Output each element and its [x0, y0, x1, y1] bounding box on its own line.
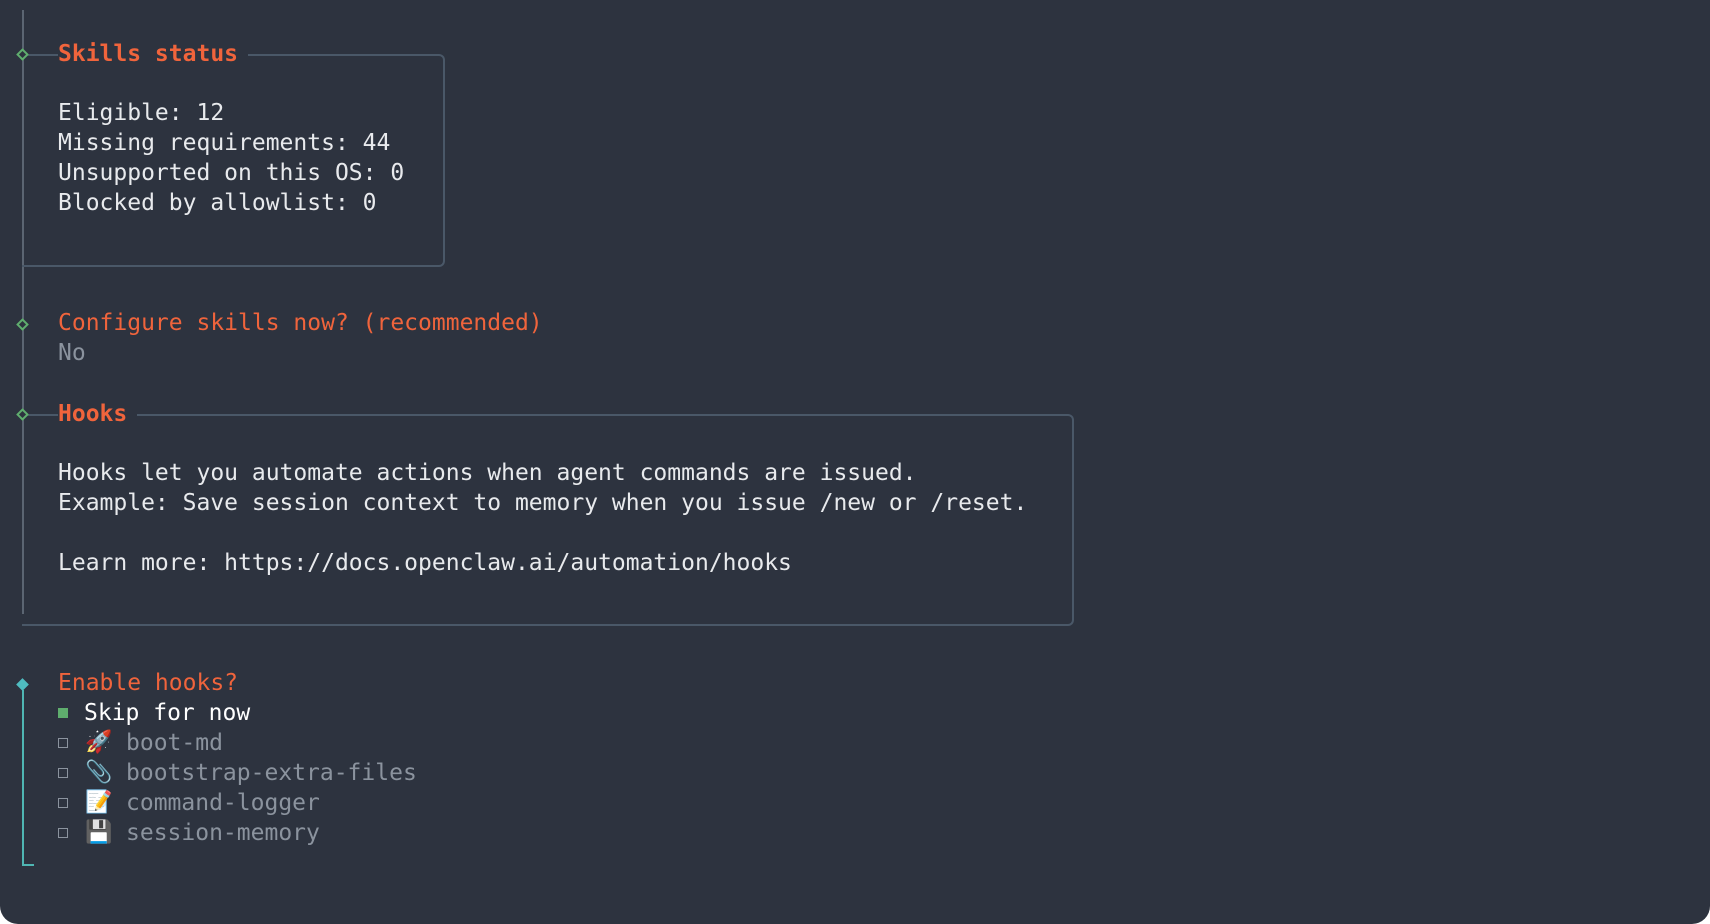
- rocket-icon: 🚀: [85, 730, 113, 755]
- terminal-window: Skills status Eligible: 12 Missing requi…: [0, 0, 1710, 924]
- hook-option-label: boot-md: [126, 730, 223, 756]
- hook-option-boot-md[interactable]: 🚀 boot-md: [58, 728, 223, 758]
- hook-option-label: command-logger: [126, 790, 320, 816]
- gutter-line-end: [22, 864, 34, 866]
- hooks-learn-more-link[interactable]: Learn more: https://docs.openclaw.ai/aut…: [58, 548, 792, 578]
- skills-status-title: Skills status: [58, 39, 249, 69]
- hook-option-label: session-memory: [126, 820, 320, 846]
- hook-option-skip[interactable]: Skip for now: [58, 698, 250, 728]
- skills-status-missing: Missing requirements: 44: [58, 130, 391, 156]
- step-diamond-icon: [16, 318, 29, 331]
- configure-skills-answer: No: [58, 340, 86, 366]
- hooks-title: Hooks: [58, 399, 138, 429]
- hook-option-command-logger[interactable]: 📝 command-logger: [58, 788, 320, 818]
- checkbox-icon[interactable]: [58, 798, 68, 808]
- hook-option-bootstrap-extra-files[interactable]: 📎 bootstrap-extra-files: [58, 758, 417, 788]
- checkbox-icon[interactable]: [58, 738, 68, 748]
- active-step-diamond-icon: [16, 678, 29, 691]
- memo-icon: 📝: [85, 790, 113, 815]
- skills-status-blocked: Blocked by allowlist: 0: [58, 190, 377, 216]
- skills-status-eligible: Eligible: 12: [58, 100, 225, 126]
- hooks-description: Hooks let you automate actions when agen…: [58, 460, 917, 486]
- skills-status-unsupported: Unsupported on this OS: 0: [58, 160, 405, 186]
- floppy-disk-icon: 💾: [85, 820, 113, 845]
- paperclip-icon: 📎: [85, 760, 113, 785]
- enable-hooks-question: Enable hooks?: [58, 670, 239, 696]
- hook-option-session-memory[interactable]: 💾 session-memory: [58, 818, 320, 848]
- hooks-example: Example: Save session context to memory …: [58, 490, 1028, 516]
- hooks-info-box: [22, 414, 1074, 626]
- configure-skills-question: Configure skills now? (recommended): [58, 310, 543, 336]
- gutter-line-active: [22, 690, 24, 866]
- hook-option-label: Skip for now: [84, 700, 251, 726]
- checkbox-icon[interactable]: [58, 828, 68, 838]
- checkbox-checked-icon[interactable]: [58, 708, 68, 718]
- hook-option-label: bootstrap-extra-files: [126, 760, 417, 786]
- checkbox-icon[interactable]: [58, 768, 68, 778]
